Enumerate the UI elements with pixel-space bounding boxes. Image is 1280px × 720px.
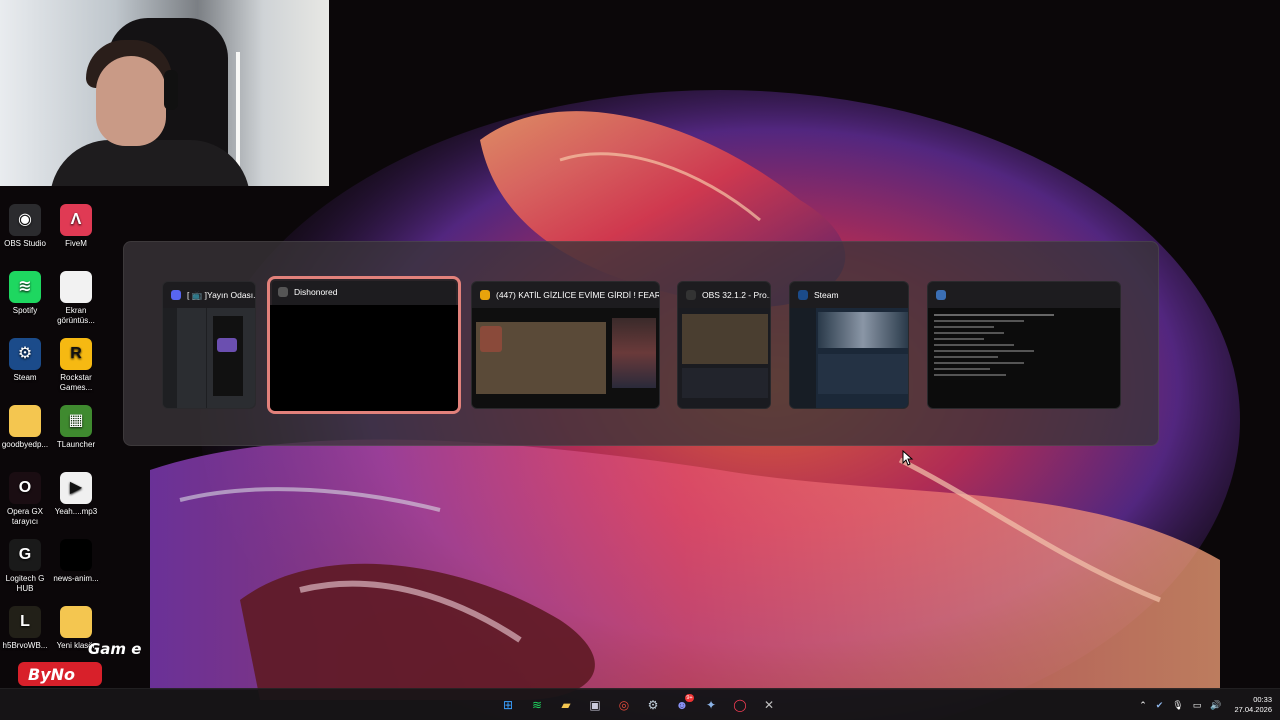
- steam-icon: [798, 290, 808, 300]
- taskbar-pinned-apps: ⊞ ≋ ▰ ▣ ◎ ⚙ ☻ 9+ ✦ ◯ ✕: [496, 693, 781, 717]
- opera-gx-icon: O: [9, 472, 41, 504]
- store-icon[interactable]: ▣: [583, 693, 607, 717]
- desktop-icon-label: news-anim...: [53, 574, 99, 583]
- task-switcher: [ 📺 ]Yayın Odası... Dishonored (447) KATİL…: [123, 241, 1159, 446]
- desktop-icon-label: Ekran görüntüs...: [57, 306, 95, 325]
- screenshot-file-icon: [60, 271, 92, 303]
- app-icon: [936, 290, 946, 300]
- window-thumbnail: [790, 308, 908, 408]
- clock-time: 00:33: [1253, 695, 1272, 704]
- desktop-icon-item[interactable]: ≋ Spotify: [0, 271, 50, 316]
- window-titlebar: Dishonored: [270, 279, 458, 305]
- spotify-icon: ≋: [9, 271, 41, 303]
- clock-date: 27.04.2026: [1234, 705, 1272, 714]
- chrome-icon[interactable]: ◎: [612, 693, 636, 717]
- window-title: (447) KATİL GİZLİCE EVİME GİRDİ ! FEARS …: [496, 290, 659, 300]
- desktop-icon-item[interactable]: goodbyedp...: [0, 405, 50, 450]
- tray-clock[interactable]: 00:33 27.04.2026: [1234, 695, 1272, 715]
- window-thumbnail: [678, 308, 770, 408]
- window-titlebar: [ 📺 ]Yayın Odası...: [163, 282, 255, 308]
- watermark-bottom: ByNo: [28, 665, 75, 684]
- switcher-window-card[interactable]: OBS 32.1.2 - Pro...: [677, 281, 771, 409]
- discord-icon: [171, 290, 181, 300]
- desktop-icon-label: TLauncher: [56, 440, 96, 449]
- network-icon[interactable]: ▭: [1193, 700, 1202, 711]
- desktop-icon-item[interactable]: R Rockstar Games...: [51, 338, 101, 393]
- desktop-icon-item[interactable]: G Logitech G HUB: [0, 539, 50, 594]
- desktop-icon-label: Rockstar Games...: [59, 373, 93, 392]
- show-hidden-icons-chevron-icon[interactable]: ⌃: [1139, 700, 1147, 711]
- desktop-icon-label: goodbyedp...: [1, 440, 49, 449]
- watermark-top: Gam e: [88, 640, 141, 658]
- desktop-icon-label: Yeah....mp3: [54, 507, 98, 516]
- desktop-icon-item[interactable]: Ekran görüntüs...: [51, 271, 101, 326]
- window-titlebar: OBS 32.1.2 - Pro...: [678, 282, 770, 308]
- desktop-icon-label: Spotify: [12, 306, 38, 315]
- tray-app-icon[interactable]: ✔: [1156, 700, 1164, 711]
- opera-gx-icon[interactable]: ◯: [728, 693, 752, 717]
- window-title: Steam: [814, 290, 839, 300]
- desktop-icon-item[interactable]: ▶ Yeah....mp3: [51, 472, 101, 517]
- spotify-icon[interactable]: ≋: [525, 693, 549, 717]
- obs-icon: [686, 290, 696, 300]
- switcher-window-card[interactable]: Steam: [789, 281, 909, 409]
- video-file-icon: [60, 539, 92, 571]
- microphone-icon[interactable]: 🎙: [1172, 700, 1183, 711]
- desktop-icon-label: Opera GX tarayıcı: [6, 507, 43, 526]
- desktop-icon-label: Logitech G HUB: [5, 574, 45, 593]
- notification-badge: 9+: [685, 694, 694, 702]
- window-title: OBS 32.1.2 - Pro...: [702, 290, 770, 300]
- window-thumbnail: [163, 308, 255, 408]
- logitech-icon: G: [9, 539, 41, 571]
- desktop-icon-item[interactable]: Λ FiveM: [51, 204, 101, 249]
- window-title: [ 📺 ]Yayın Odası...: [187, 289, 255, 300]
- window-titlebar: Steam: [790, 282, 908, 308]
- mp3-file-icon: ▶: [60, 472, 92, 504]
- window-title: Dishonored: [294, 287, 338, 297]
- switcher-window-card[interactable]: [ 📺 ]Yayın Odası...: [162, 281, 256, 409]
- webcam-overlay: [0, 0, 329, 186]
- window-titlebar: (447) KATİL GİZLİCE EVİME GİRDİ ! FEARS …: [472, 282, 659, 308]
- obs-icon: ◉: [9, 204, 41, 236]
- window-thumbnail: [928, 308, 1120, 408]
- rockstar-icon: R: [60, 338, 92, 370]
- window-titlebar: [928, 282, 1120, 308]
- switcher-window-card[interactable]: [927, 281, 1121, 409]
- window-thumbnail: [472, 308, 659, 408]
- steam-icon[interactable]: ⚙: [641, 693, 665, 717]
- desktop-icon-item[interactable]: ◉ OBS Studio: [0, 204, 50, 249]
- discord-icon[interactable]: ☻ 9+: [670, 693, 694, 717]
- chrome-icon: [480, 290, 490, 300]
- desktop-icon-label: FiveM: [65, 239, 87, 248]
- system-tray: ⌃ ✔ 🎙 ▭ 🔊 00:33 27.04.2026: [1139, 689, 1272, 720]
- desktop-icon-label: Steam: [13, 373, 37, 382]
- dishonored-icon: [278, 287, 288, 297]
- dishonored-icon[interactable]: ✕: [757, 693, 781, 717]
- tlauncher-icon: ▦: [60, 405, 92, 437]
- desktop-icon-item[interactable]: ▦ TLauncher: [51, 405, 101, 450]
- window-thumbnail: [270, 305, 458, 411]
- switcher-window-card[interactable]: Dishonored: [267, 276, 461, 414]
- switcher-window-card[interactable]: (447) KATİL GİZLİCE EVİME GİRDİ ! FEARS …: [471, 281, 660, 409]
- steam-icon: ⚙: [9, 338, 41, 370]
- mouse-cursor-icon: [902, 450, 914, 466]
- desktop-icon-item[interactable]: news-anim...: [51, 539, 101, 584]
- desktop-icon-label: OBS Studio: [4, 239, 46, 248]
- fivem-icon: Λ: [60, 204, 92, 236]
- app-gear-icon[interactable]: ✦: [699, 693, 723, 717]
- folder-icon: [9, 405, 41, 437]
- taskbar: ⊞ ≋ ▰ ▣ ◎ ⚙ ☻ 9+ ✦ ◯ ✕ ⌃ ✔ 🎙 ▭ 🔊 00:33 27.04.2026: [0, 688, 1280, 720]
- windows-start-icon[interactable]: ⊞: [496, 693, 520, 717]
- channel-logo-watermark: ByNo Gam e: [14, 632, 174, 688]
- desktop-icon-item[interactable]: ⚙ Steam: [0, 338, 50, 383]
- desktop-icon-item[interactable]: O Opera GX tarayıcı: [0, 472, 50, 527]
- file-explorer-icon[interactable]: ▰: [554, 693, 578, 717]
- volume-icon[interactable]: 🔊: [1210, 700, 1221, 711]
